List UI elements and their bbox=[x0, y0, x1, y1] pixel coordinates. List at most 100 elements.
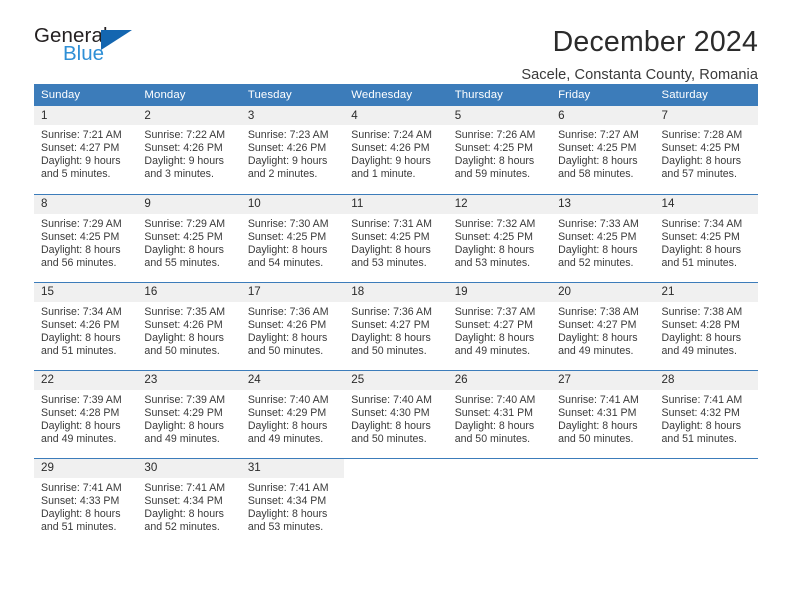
day-sunset-text: Sunset: 4:27 PM bbox=[351, 318, 430, 331]
calendar-day-cell[interactable]: 9 Sunrise: 7:29 AM Sunset: 4:25 PM Daylight… bbox=[137, 193, 241, 282]
day-daylight-line2-text: and 53 minutes. bbox=[351, 256, 427, 269]
day-number bbox=[654, 458, 758, 478]
location-subtitle: Sacele, Constanta County, Romania bbox=[521, 66, 758, 83]
day-daylight-line2-text: and 50 minutes. bbox=[558, 432, 634, 445]
day-sunset-text: Sunset: 4:26 PM bbox=[144, 318, 223, 331]
day-daylight-line1-text: Daylight: 8 hours bbox=[144, 507, 224, 520]
day-daylight-line2-text: and 51 minutes. bbox=[41, 520, 117, 533]
day-daylight-line1-text: Daylight: 8 hours bbox=[558, 331, 638, 344]
day-sun-info: Sunrise: 7:32 AM Sunset: 4:25 PM Daylight:… bbox=[448, 214, 551, 270]
day-sunrise-text: Sunrise: 7:31 AM bbox=[351, 217, 432, 230]
logo-text-blue: Blue bbox=[63, 42, 105, 65]
day-sunset-text: Sunset: 4:25 PM bbox=[661, 142, 740, 155]
day-daylight-line2-text: and 57 minutes. bbox=[661, 168, 737, 181]
calendar-day-cell[interactable]: 24 Sunrise: 7:40 AM Sunset: 4:29 PM Dayligh… bbox=[240, 369, 345, 458]
day-number: 20 bbox=[551, 282, 655, 302]
day-sun-info: Sunrise: 7:40 AM Sunset: 4:30 PM Daylight:… bbox=[344, 390, 447, 446]
day-sunset-text: Sunset: 4:33 PM bbox=[41, 494, 120, 507]
calendar-day-cell[interactable]: 3 Sunrise: 7:23 AM Sunset: 4:26 PM Daylight… bbox=[240, 106, 345, 194]
calendar-day-cell[interactable]: 17 Sunrise: 7:36 AM Sunset: 4:26 PM Dayligh… bbox=[240, 281, 345, 370]
day-sun-info: Sunrise: 7:26 AM Sunset: 4:25 PM Daylight:… bbox=[448, 125, 551, 181]
day-number: 26 bbox=[447, 370, 552, 390]
calendar-day-cell[interactable]: 1 Sunrise: 7:21 AM Sunset: 4:27 PM Daylight… bbox=[34, 106, 138, 194]
day-daylight-line1-text: Daylight: 8 hours bbox=[558, 243, 638, 256]
calendar-day-cell[interactable]: 2 Sunrise: 7:22 AM Sunset: 4:26 PM Daylight… bbox=[137, 106, 241, 194]
day-daylight-line1-text: Daylight: 8 hours bbox=[351, 243, 431, 256]
calendar-week-row: 8 Sunrise: 7:29 AM Sunset: 4:25 PM Daylight… bbox=[34, 193, 758, 282]
calendar-day-cell[interactable]: 14 Sunrise: 7:34 AM Sunset: 4:25 PM Dayligh… bbox=[654, 193, 758, 282]
day-sunset-text: Sunset: 4:25 PM bbox=[247, 230, 327, 243]
calendar-day-cell[interactable]: 12 Sunrise: 7:32 AM Sunset: 4:25 PM Dayligh… bbox=[447, 193, 552, 282]
title-block: December 2024 Sacele, Constanta County, … bbox=[521, 26, 758, 83]
day-sunrise-text: Sunrise: 7:38 AM bbox=[558, 305, 639, 318]
day-sunrise-text: Sunrise: 7:40 AM bbox=[351, 393, 432, 406]
day-daylight-line2-text: and 50 minutes. bbox=[454, 432, 531, 445]
calendar-day-cell[interactable]: 31 Sunrise: 7:41 AM Sunset: 4:34 PM Dayligh… bbox=[240, 457, 345, 546]
day-sunrise-text: Sunrise: 7:38 AM bbox=[661, 305, 743, 318]
calendar-day-cell[interactable]: 26 Sunrise: 7:40 AM Sunset: 4:31 PM Dayligh… bbox=[447, 369, 552, 458]
calendar-day-cell[interactable]: 20 Sunrise: 7:38 AM Sunset: 4:27 PM Dayligh… bbox=[551, 281, 655, 370]
day-sunset-text: Sunset: 4:26 PM bbox=[351, 142, 430, 155]
calendar-day-cell[interactable]: 21 Sunrise: 7:38 AM Sunset: 4:28 PM Dayligh… bbox=[654, 281, 758, 370]
day-sun-info: Sunrise: 7:31 AM Sunset: 4:25 PM Daylight:… bbox=[344, 214, 447, 270]
calendar-day-cell[interactable]: 8 Sunrise: 7:29 AM Sunset: 4:25 PM Daylight… bbox=[34, 193, 138, 282]
day-number: 25 bbox=[344, 370, 448, 390]
weekday-header-wednesday: Wednesday bbox=[344, 84, 448, 106]
day-daylight-line1-text: Daylight: 8 hours bbox=[247, 507, 328, 520]
calendar-day-cell[interactable]: 18 Sunrise: 7:36 AM Sunset: 4:27 PM Dayligh… bbox=[344, 281, 448, 370]
day-daylight-line1-text: Daylight: 8 hours bbox=[247, 419, 328, 432]
day-daylight-line2-text: and 49 minutes. bbox=[247, 432, 324, 445]
day-sunrise-text: Sunrise: 7:40 AM bbox=[247, 393, 329, 406]
day-daylight-line2-text: and 50 minutes. bbox=[351, 432, 427, 445]
calendar-day-cell[interactable]: 4 Sunrise: 7:24 AM Sunset: 4:26 PM Daylight… bbox=[344, 106, 448, 194]
day-sunrise-text: Sunrise: 7:34 AM bbox=[41, 305, 122, 318]
day-number bbox=[447, 458, 552, 478]
day-sunset-text: Sunset: 4:29 PM bbox=[247, 406, 327, 419]
day-number: 27 bbox=[551, 370, 655, 390]
calendar-day-cell[interactable]: 16 Sunrise: 7:35 AM Sunset: 4:26 PM Dayligh… bbox=[137, 281, 241, 370]
calendar-day-cell[interactable]: 28 Sunrise: 7:41 AM Sunset: 4:32 PM Dayligh… bbox=[654, 369, 758, 458]
day-sunset-text: Sunset: 4:26 PM bbox=[144, 142, 223, 155]
calendar-day-cell[interactable]: 7 Sunrise: 7:28 AM Sunset: 4:25 PM Daylight… bbox=[654, 106, 758, 194]
calendar-day-cell[interactable]: 25 Sunrise: 7:40 AM Sunset: 4:30 PM Dayligh… bbox=[344, 369, 448, 458]
day-number: 22 bbox=[34, 370, 138, 390]
calendar-day-cell[interactable]: 19 Sunrise: 7:37 AM Sunset: 4:27 PM Dayligh… bbox=[447, 281, 552, 370]
calendar-day-cell[interactable]: 23 Sunrise: 7:39 AM Sunset: 4:29 PM Dayligh… bbox=[137, 369, 241, 458]
day-sunrise-text: Sunrise: 7:37 AM bbox=[454, 305, 536, 318]
day-daylight-line1-text: Daylight: 8 hours bbox=[661, 243, 742, 256]
day-sun-info: Sunrise: 7:21 AM Sunset: 4:27 PM Daylight:… bbox=[34, 125, 137, 181]
day-sunset-text: Sunset: 4:25 PM bbox=[41, 230, 120, 243]
day-sunrise-text: Sunrise: 7:41 AM bbox=[247, 481, 329, 494]
calendar-day-cell[interactable]: 11 Sunrise: 7:31 AM Sunset: 4:25 PM Dayligh… bbox=[344, 193, 448, 282]
day-daylight-line1-text: Daylight: 9 hours bbox=[144, 155, 224, 168]
calendar-day-cell[interactable]: 13 Sunrise: 7:33 AM Sunset: 4:25 PM Dayligh… bbox=[551, 193, 655, 282]
calendar-week-row: 29 Sunrise: 7:41 AM Sunset: 4:33 PM Dayligh… bbox=[34, 457, 758, 546]
calendar-day-cell[interactable]: 29 Sunrise: 7:41 AM Sunset: 4:33 PM Dayligh… bbox=[34, 457, 138, 546]
day-sunset-text: Sunset: 4:26 PM bbox=[247, 142, 327, 155]
general-blue-logo[interactable]: General Blue bbox=[34, 25, 154, 74]
calendar-day-cell[interactable]: 5 Sunrise: 7:26 AM Sunset: 4:25 PM Daylight… bbox=[447, 106, 552, 194]
day-sunset-text: Sunset: 4:25 PM bbox=[558, 230, 637, 243]
calendar-day-cell[interactable]: 22 Sunrise: 7:39 AM Sunset: 4:28 PM Dayligh… bbox=[34, 369, 138, 458]
day-sunrise-text: Sunrise: 7:27 AM bbox=[558, 129, 639, 141]
day-sun-info: Sunrise: 7:36 AM Sunset: 4:27 PM Daylight:… bbox=[344, 302, 447, 358]
calendar-day-cell[interactable]: 27 Sunrise: 7:41 AM Sunset: 4:31 PM Dayligh… bbox=[551, 369, 655, 458]
day-sun-info: Sunrise: 7:39 AM Sunset: 4:29 PM Daylight:… bbox=[137, 390, 240, 446]
weekday-header-friday: Friday bbox=[551, 84, 655, 106]
day-sun-info: Sunrise: 7:23 AM Sunset: 4:26 PM Daylight:… bbox=[241, 125, 344, 181]
calendar-day-cell[interactable]: 6 Sunrise: 7:27 AM Sunset: 4:25 PM Daylight… bbox=[551, 106, 655, 194]
calendar-day-cell[interactable]: 10 Sunrise: 7:30 AM Sunset: 4:25 PM Dayligh… bbox=[240, 193, 345, 282]
day-sunset-text: Sunset: 4:30 PM bbox=[351, 406, 430, 419]
day-number: 15 bbox=[34, 282, 138, 302]
day-sunset-text: Sunset: 4:32 PM bbox=[661, 406, 740, 419]
sun-times-calendar: Sunday Monday Tuesday Wednesday Thursday Frid… bbox=[34, 84, 758, 546]
day-sun-info: Sunrise: 7:34 AM Sunset: 4:25 PM Daylight:… bbox=[655, 214, 758, 270]
calendar-day-cell[interactable]: 15 Sunrise: 7:34 AM Sunset: 4:26 PM Dayligh… bbox=[34, 281, 138, 370]
day-sun-info: Sunrise: 7:29 AM Sunset: 4:25 PM Daylight:… bbox=[34, 214, 137, 270]
day-daylight-line1-text: Daylight: 8 hours bbox=[247, 331, 328, 344]
weekday-header-monday: Monday bbox=[137, 84, 241, 106]
calendar-week-row: 22 Sunrise: 7:39 AM Sunset: 4:28 PM Dayligh… bbox=[34, 369, 758, 458]
calendar-day-cell[interactable]: 30 Sunrise: 7:41 AM Sunset: 4:34 PM Dayligh… bbox=[137, 457, 241, 546]
day-sunset-text: Sunset: 4:26 PM bbox=[247, 318, 327, 331]
calendar-day-cell-empty bbox=[551, 457, 655, 546]
